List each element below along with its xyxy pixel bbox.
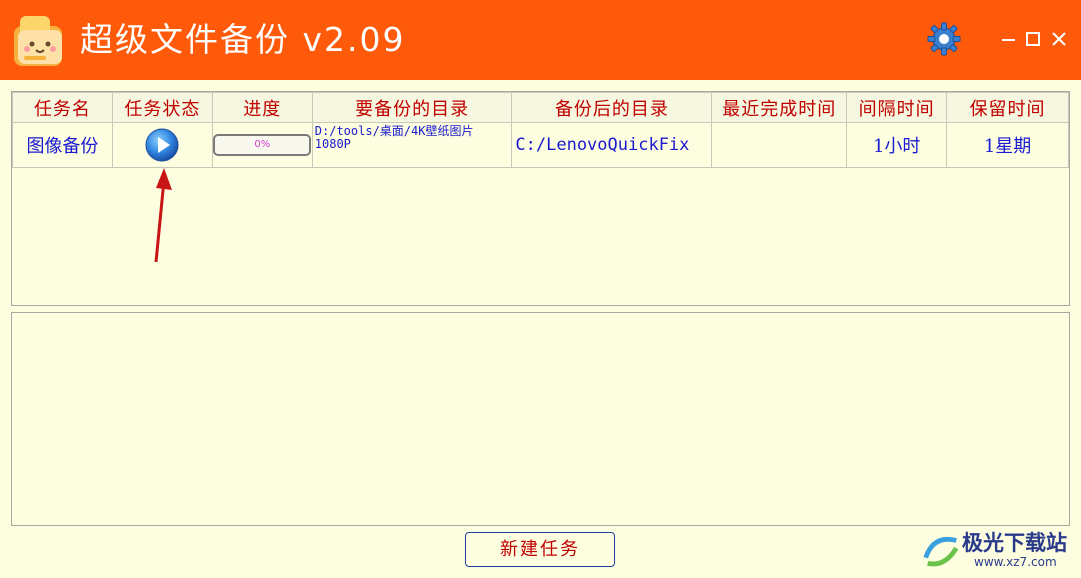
app-title: 超级文件备份 v2.09 — [80, 20, 406, 59]
column-header-retention[interactable]: 保留时间 — [946, 92, 1069, 123]
close-icon[interactable] — [1047, 24, 1073, 54]
interval-cell[interactable]: 1小时 — [846, 122, 948, 168]
progress-bar: 0% — [213, 134, 312, 156]
last-completed-cell[interactable] — [711, 122, 848, 168]
minimize-icon[interactable] — [996, 24, 1022, 54]
watermark-title: 极光下载站 — [962, 531, 1067, 555]
title-bar: 超级文件备份 v2.09 — [0, 0, 1081, 80]
dest-dir-cell[interactable]: C:/LenovoQuickFix — [511, 122, 713, 168]
task-table: 任务名 任务状态 进度 要备份的目录 备份后的目录 最近完成时间 间隔时间 保留… — [12, 92, 1069, 168]
table-header-row: 任务名 任务状态 进度 要备份的目录 备份后的目录 最近完成时间 间隔时间 保留… — [12, 92, 1069, 123]
play-icon[interactable] — [145, 128, 179, 162]
red-annotation-arrow-icon — [154, 168, 172, 263]
column-header-task-status[interactable]: 任务状态 — [111, 92, 213, 123]
watermark-url: www.xz7.com — [974, 555, 1057, 569]
watermark-logo: 极光下载站 www.xz7.com — [920, 525, 1080, 575]
log-panel — [11, 312, 1070, 526]
progress-cell: 0% — [211, 122, 313, 168]
settings-gear-icon[interactable] — [926, 21, 962, 57]
column-header-source-dir[interactable]: 要备份的目录 — [311, 92, 513, 123]
column-header-last-completed[interactable]: 最近完成时间 — [711, 92, 848, 123]
column-header-dest-dir[interactable]: 备份后的目录 — [511, 92, 713, 123]
maximize-icon[interactable] — [1021, 24, 1047, 54]
column-header-progress[interactable]: 进度 — [211, 92, 313, 123]
column-header-task-name[interactable]: 任务名 — [12, 92, 113, 123]
task-name-cell[interactable]: 图像备份 — [12, 122, 113, 168]
watermark-swirl-icon — [923, 536, 959, 567]
retention-cell[interactable]: 1星期 — [946, 122, 1069, 168]
app-logo-icon — [14, 16, 62, 66]
new-task-button[interactable]: 新建任务 — [465, 532, 615, 567]
source-dir-cell[interactable]: D:/tools/桌面/4K壁纸图片1080P — [311, 122, 513, 168]
column-header-interval[interactable]: 间隔时间 — [846, 92, 948, 123]
